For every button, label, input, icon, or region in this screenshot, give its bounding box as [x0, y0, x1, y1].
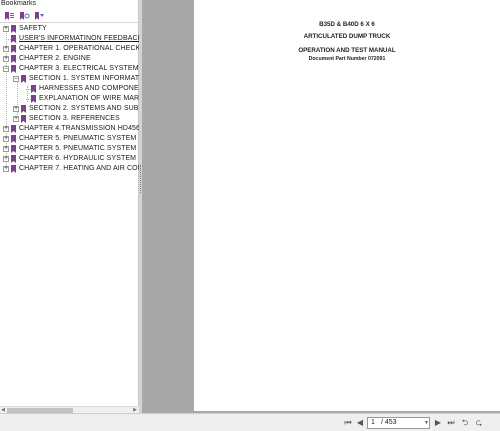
- expand-icon[interactable]: +: [13, 106, 19, 112]
- bookmark-icon: [11, 125, 16, 133]
- bookmark-item[interactable]: + SECTION 2. SYSTEMS AND SUB-S: [0, 104, 139, 114]
- bookmark-icon: [11, 35, 16, 43]
- bookmark-item[interactable]: EXPLANATION OF WIRE MARK: [0, 94, 139, 104]
- bookmark-label[interactable]: SECTION 3. REFERENCES: [29, 114, 120, 124]
- bookmark-label[interactable]: SAFETY: [19, 24, 47, 34]
- collapse-icon[interactable]: −: [13, 76, 19, 82]
- bookmark-icon: [31, 95, 36, 103]
- document-part-number: Document Part Number 072091: [308, 56, 386, 62]
- go-back-icon[interactable]: ⮌: [460, 418, 470, 428]
- page-dropdown-icon[interactable]: ▼: [424, 418, 429, 428]
- bookmark-icon: [31, 85, 36, 93]
- expand-icon[interactable]: +: [13, 116, 19, 122]
- document-page: B35D & B40D 6 X 6 ARTICULATED DUMP TRUCK…: [194, 0, 500, 411]
- bookmark-item[interactable]: + SECTION 3. REFERENCES: [0, 114, 139, 124]
- bookmark-item[interactable]: − CHAPTER 3. ELECTRICAL SYSTEM: [0, 64, 139, 74]
- total-pages-label: / 453: [381, 419, 397, 426]
- bookmark-item[interactable]: + SAFETY: [0, 24, 139, 34]
- document-manual-title: OPERATION AND TEST MANUAL: [298, 47, 396, 54]
- splitter-grip[interactable]: [140, 165, 141, 193]
- bookmark-icon: [11, 155, 16, 163]
- expand-icon[interactable]: +: [3, 46, 9, 52]
- bookmark-label[interactable]: USER'S INFORMATINON FEEDBACK FC: [19, 34, 139, 44]
- expand-icon[interactable]: +: [3, 136, 9, 142]
- expand-icon[interactable]: +: [3, 26, 9, 32]
- bookmark-item[interactable]: + CHAPTER 7. HEATING AND AIR COND: [0, 164, 139, 174]
- collapse-icon[interactable]: −: [3, 66, 9, 72]
- bookmark-icon: [21, 105, 26, 113]
- bookmark-label[interactable]: CHAPTER 4.TRANSMISSION HD4560: [19, 124, 139, 134]
- bookmark-label[interactable]: EXPLANATION OF WIRE MARK: [39, 94, 139, 104]
- bookmark-label[interactable]: CHAPTER 5. PNEUMATIC SYSTEM: [19, 144, 136, 154]
- bookmark-icon: [11, 135, 16, 143]
- bookmark-options-icon[interactable]: [19, 11, 30, 21]
- previous-page-icon[interactable]: ◀: [355, 418, 365, 428]
- bookmark-item[interactable]: + CHAPTER 5. PNEUMATIC SYSTEM: [0, 144, 139, 154]
- bookmark-item[interactable]: + CHAPTER 6. HYDRAULIC SYSTEM: [0, 154, 139, 164]
- bookmark-label[interactable]: CHAPTER 6. HYDRAULIC SYSTEM: [19, 154, 136, 164]
- bookmark-label[interactable]: CHAPTER 1. OPERATIONAL CHECK-OI: [19, 44, 139, 54]
- current-page-value[interactable]: 1: [371, 418, 375, 428]
- panel-title: Bookmarks: [1, 0, 37, 7]
- bookmark-item[interactable]: − SECTION 1. SYSTEM INFORMATIC: [0, 74, 139, 84]
- bookmark-item[interactable]: USER'S INFORMATINON FEEDBACK FC: [0, 34, 139, 44]
- bookmarks-panel: Bookmarks + SAFETY USER'S INFORMATINON F…: [0, 0, 139, 431]
- bookmark-label[interactable]: HARNESSES AND COMPONENT: [39, 84, 139, 94]
- bookmark-icon: [11, 55, 16, 63]
- bookmark-label[interactable]: CHAPTER 3. ELECTRICAL SYSTEM: [19, 64, 139, 74]
- bookmarks-toolbar: [0, 9, 139, 23]
- first-page-icon[interactable]: ⏮: [343, 418, 353, 428]
- bookmark-item[interactable]: + CHAPTER 4.TRANSMISSION HD4560: [0, 124, 139, 134]
- navigation-bar: ⏮ ◀ 1 / 453 ▼ ▶ ⏭ ⮌ ⮎: [0, 413, 500, 431]
- document-vehicle-type: ARTICULATED DUMP TRUCK: [303, 33, 391, 40]
- bookmark-icon: [11, 145, 16, 153]
- bookmark-icon: [21, 75, 26, 83]
- expand-icon[interactable]: +: [3, 56, 9, 62]
- document-model-title: B35D & B40D 6 X 6: [319, 21, 375, 28]
- page-number-field[interactable]: 1 / 453 ▼: [367, 417, 430, 429]
- expand-icon[interactable]: +: [3, 126, 9, 132]
- bookmark-label[interactable]: CHAPTER 2. ENGINE: [19, 54, 91, 64]
- next-page-icon[interactable]: ▶: [433, 418, 443, 428]
- bookmark-icon: [11, 25, 16, 33]
- expand-icon[interactable]: +: [3, 146, 9, 152]
- bookmark-item[interactable]: + CHAPTER 5. PNEUMATIC SYSTEM: [0, 134, 139, 144]
- bookmark-label[interactable]: SECTION 2. SYSTEMS AND SUB-S: [29, 104, 139, 114]
- expand-icon[interactable]: +: [3, 156, 9, 162]
- bookmark-label[interactable]: CHAPTER 7. HEATING AND AIR COND: [19, 164, 139, 174]
- bookmark-icon: [11, 45, 16, 53]
- collapse-bookmark-icon[interactable]: [34, 11, 45, 21]
- last-page-icon[interactable]: ⏭: [446, 418, 456, 428]
- bookmark-item[interactable]: HARNESSES AND COMPONENT: [0, 84, 139, 94]
- expand-icon[interactable]: +: [3, 166, 9, 172]
- bookmark-icon: [11, 65, 16, 73]
- bookmark-label[interactable]: CHAPTER 5. PNEUMATIC SYSTEM: [19, 134, 136, 144]
- bookmarks-horizontal-scrollbar[interactable]: ◀ ▶: [0, 406, 139, 413]
- bookmark-icon: [11, 165, 16, 173]
- bookmark-item[interactable]: + CHAPTER 2. ENGINE: [0, 54, 139, 64]
- go-forward-icon[interactable]: ⮎: [474, 418, 484, 428]
- bookmark-icon: [21, 115, 26, 123]
- bookmark-label[interactable]: SECTION 1. SYSTEM INFORMATIC: [29, 74, 139, 84]
- expand-bookmark-icon[interactable]: [4, 11, 15, 21]
- bookmark-item[interactable]: + CHAPTER 1. OPERATIONAL CHECK-OI: [0, 44, 139, 54]
